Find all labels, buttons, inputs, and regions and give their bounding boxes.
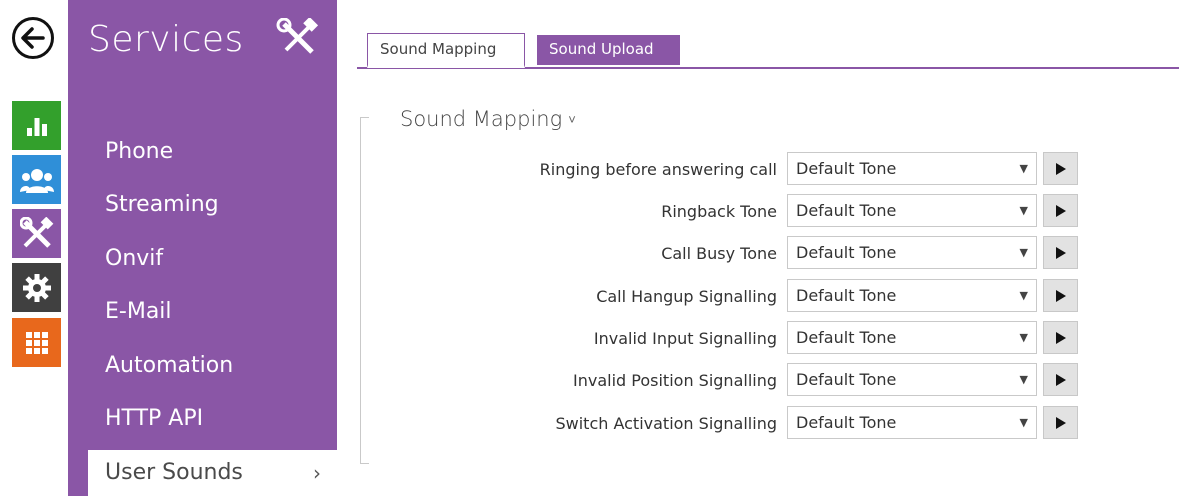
sound-row-call-hangup-signalling: Call Hangup Signalling Default Tone ▼ <box>380 278 1100 316</box>
sidebar-item-onvif[interactable]: Onvif <box>68 236 337 282</box>
dropdown-arrow-icon: ▼ <box>1019 289 1028 302</box>
status-chart-icon[interactable] <box>12 101 61 150</box>
sound-row-label: Invalid Input Signalling <box>593 329 777 348</box>
tab-bar: Sound Mapping Sound Upload <box>357 33 1179 69</box>
sound-row-label: Switch Activation Signalling <box>555 414 777 433</box>
play-icon <box>1055 331 1066 344</box>
sidebar-item-label: HTTP API <box>105 406 204 431</box>
sound-row-label: Ringing before answering call <box>539 160 777 179</box>
services-tools-icon[interactable] <box>12 209 61 258</box>
sound-row-label: Invalid Position Signalling <box>573 371 777 390</box>
tone-select[interactable]: Default Tone ▼ <box>787 363 1037 396</box>
tone-select[interactable]: Default Tone ▼ <box>787 194 1037 227</box>
sound-row-label: Call Busy Tone <box>661 244 777 263</box>
chevron-right-icon: › <box>313 461 321 485</box>
tone-select[interactable]: Default Tone ▼ <box>787 406 1037 439</box>
sidebar-item-label: E-Mail <box>105 299 172 324</box>
tone-select[interactable]: Default Tone ▼ <box>787 279 1037 312</box>
services-sidebar: Services Phone Streaming Onvif E-Mail Au… <box>68 0 341 496</box>
play-button[interactable] <box>1043 236 1078 269</box>
play-icon <box>1055 373 1066 386</box>
sound-row-label: Ringback Tone <box>661 202 777 221</box>
sidebar-item-phone[interactable]: Phone <box>68 129 337 175</box>
tone-select-value: Default Tone <box>796 413 897 432</box>
play-button[interactable] <box>1043 279 1078 312</box>
directory-users-icon[interactable] <box>12 155 61 204</box>
tone-select-value: Default Tone <box>796 328 897 347</box>
play-button[interactable] <box>1043 363 1078 396</box>
play-icon <box>1055 162 1066 175</box>
sidebar-item-label: Phone <box>105 139 174 164</box>
sound-row-invalid-input-signalling: Invalid Input Signalling Default Tone ▼ <box>380 320 1100 358</box>
dropdown-arrow-icon: ▼ <box>1019 416 1028 429</box>
play-button[interactable] <box>1043 194 1078 227</box>
sidebar-item-http-api[interactable]: HTTP API <box>68 396 337 442</box>
collapse-caret-icon: ˅ <box>568 113 576 128</box>
tone-select[interactable]: Default Tone ▼ <box>787 152 1037 185</box>
sound-row-invalid-position-signalling: Invalid Position Signalling Default Tone ▼ <box>380 362 1100 400</box>
tone-select-value: Default Tone <box>796 159 897 178</box>
play-icon <box>1055 416 1066 429</box>
tools-icon <box>276 16 320 62</box>
tone-select[interactable]: Default Tone ▼ <box>787 236 1037 269</box>
sidebar-item-user-sounds[interactable]: User Sounds › <box>88 450 341 496</box>
hardware-gear-icon[interactable] <box>12 263 61 312</box>
sound-row-switch-activation-signalling: Switch Activation Signalling Default Tone… <box>380 405 1100 443</box>
dropdown-arrow-icon: ▼ <box>1019 162 1028 175</box>
dropdown-arrow-icon: ▼ <box>1019 373 1028 386</box>
tone-select-value: Default Tone <box>796 370 897 389</box>
play-icon <box>1055 289 1066 302</box>
tone-select-value: Default Tone <box>796 286 897 305</box>
play-button[interactable] <box>1043 321 1078 354</box>
tone-select-value: Default Tone <box>796 201 897 220</box>
play-icon <box>1055 246 1066 259</box>
play-button[interactable] <box>1043 406 1078 439</box>
play-icon <box>1055 204 1066 217</box>
system-grid-icon[interactable] <box>12 318 61 367</box>
icon-rail <box>0 0 68 496</box>
play-button[interactable] <box>1043 152 1078 185</box>
dropdown-arrow-icon: ▼ <box>1019 246 1028 259</box>
section-title[interactable]: Sound Mapping ˅ <box>400 107 576 131</box>
sidebar-title: Services <box>88 19 244 60</box>
back-arrow-icon[interactable] <box>12 17 54 59</box>
section-bracket <box>360 117 369 464</box>
tab-sound-upload[interactable]: Sound Upload <box>537 35 680 65</box>
sound-row-ringback-tone: Ringback Tone Default Tone ▼ <box>380 193 1100 231</box>
tone-select[interactable]: Default Tone ▼ <box>787 321 1037 354</box>
sidebar-item-label: Onvif <box>105 246 164 271</box>
sidebar-item-label: Streaming <box>105 192 219 217</box>
sidebar-item-automation[interactable]: Automation <box>68 343 337 389</box>
tone-select-value: Default Tone <box>796 243 897 262</box>
dropdown-arrow-icon: ▼ <box>1019 204 1028 217</box>
section-title-text: Sound Mapping <box>400 107 563 131</box>
sound-row-call-busy-tone: Call Busy Tone Default Tone ▼ <box>380 235 1100 273</box>
sound-row-label: Call Hangup Signalling <box>596 287 777 306</box>
tab-sound-mapping[interactable]: Sound Mapping <box>367 33 525 68</box>
sidebar-item-label: User Sounds <box>105 460 243 485</box>
sidebar-item-email[interactable]: E-Mail <box>68 289 337 335</box>
sidebar-item-label: Automation <box>105 353 234 378</box>
dropdown-arrow-icon: ▼ <box>1019 331 1028 344</box>
sidebar-item-streaming[interactable]: Streaming <box>68 182 337 228</box>
sound-row-ringing-before-answering: Ringing before answering call Default Ton… <box>380 151 1100 189</box>
